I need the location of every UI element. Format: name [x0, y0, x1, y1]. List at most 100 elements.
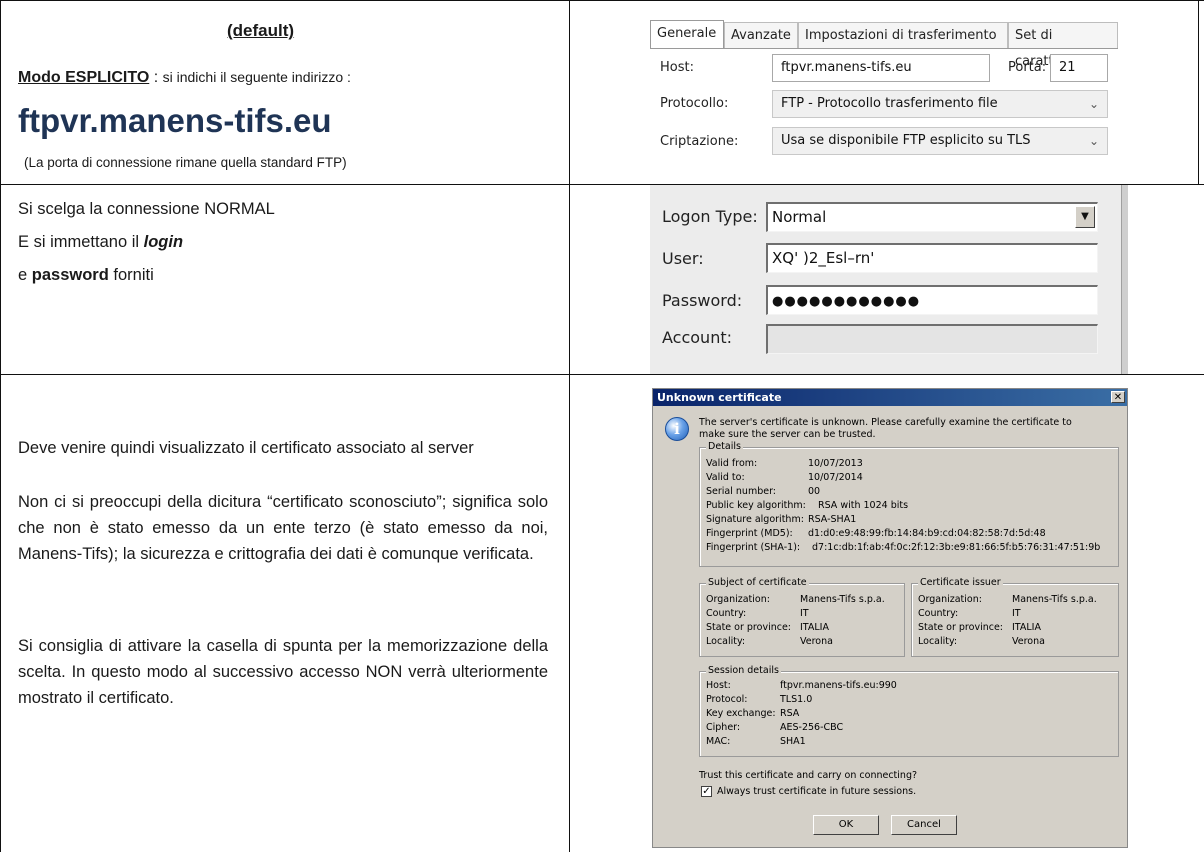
session-value-4: SHA1	[780, 736, 806, 747]
session-key-0: Host:	[706, 680, 731, 691]
details-key-2: Serial number:	[706, 486, 777, 497]
logon-panel: Logon Type: Normal ▼ User: XQ' )2_Esl–rn…	[650, 185, 1128, 374]
details-group: Details Valid from: 10/07/2013 Valid to:…	[699, 441, 1119, 567]
session-group: Session details Host: ftpvr.manens-tifs.…	[699, 665, 1119, 757]
details-value-6: d7:1c:db:1f:ab:4f:0c:2f:12:3b:e9:81:66:5…	[812, 542, 1101, 553]
mode-instruction: si indichi il seguente indirizzo :	[162, 69, 351, 85]
general-settings-panel: Generale Avanzate Impostazioni di trasfe…	[650, 20, 1118, 162]
session-title: Session details	[706, 665, 781, 676]
host-input[interactable]: ftpvr.manens-tifs.eu	[772, 54, 990, 82]
issuer-group: Certificate issuer Organization: Manens-…	[911, 577, 1119, 657]
session-value-2: RSA	[780, 708, 800, 719]
encryption-label: Criptazione:	[660, 134, 739, 149]
ok-button[interactable]: OK	[813, 815, 879, 835]
encryption-select[interactable]: Usa se disponibile FTP esplicito su TLS …	[772, 127, 1108, 155]
host-label: Host:	[660, 60, 694, 75]
subject-group: Subject of certificate Organization: Man…	[699, 577, 905, 657]
certificate-intro-paragraph: Deve venire quindi visualizzato il certi…	[18, 439, 474, 457]
details-value-1: 10/07/2014	[808, 472, 863, 483]
password-text-prefix: e	[18, 266, 32, 284]
user-label: User:	[662, 249, 704, 268]
subject-key-0: Organization:	[706, 594, 770, 605]
logon-type-value: Normal	[772, 208, 827, 226]
chevron-down-icon[interactable]: ▼	[1075, 206, 1095, 228]
issuer-title: Certificate issuer	[918, 577, 1003, 588]
session-value-3: AES-256-CBC	[780, 722, 844, 733]
issuer-value-2: ITALIA	[1012, 622, 1041, 633]
checkmark-icon: ✓	[702, 786, 711, 797]
normal-connection-text: Si scelga la connessione NORMAL	[18, 200, 275, 218]
details-value-0: 10/07/2013	[808, 458, 863, 469]
issuer-key-2: State or province:	[918, 622, 1003, 633]
row3-left-cell: Deve venire quindi visualizzato il certi…	[1, 375, 569, 852]
account-input[interactable]	[766, 324, 1098, 354]
always-trust-checkbox[interactable]: ✓	[701, 786, 712, 797]
tab-generale[interactable]: Generale	[650, 20, 724, 48]
subject-value-3: Verona	[800, 636, 833, 647]
tab-set-di-caratteri[interactable]: Set di caratteri	[1008, 22, 1118, 69]
protocol-select[interactable]: FTP - Protocollo trasferimento file ⌄	[772, 90, 1108, 118]
port-label: Porta:	[1008, 60, 1047, 75]
mode-line: Modo ESPLICITO : si indichi il seguente …	[18, 69, 351, 87]
default-label: (default)	[227, 21, 295, 40]
mode-label: Modo ESPLICITO	[18, 69, 150, 86]
issuer-value-3: Verona	[1012, 636, 1045, 647]
session-key-1: Protocol:	[706, 694, 748, 705]
intro-line-1: The server's certificate is unknown. Ple…	[699, 417, 1072, 428]
account-label: Account:	[662, 328, 732, 347]
subject-value-2: ITALIA	[800, 622, 829, 633]
unknown-certificate-dialog: Unknown certificate ✕ i The server's cer…	[652, 388, 1128, 848]
issuer-value-0: Manens-Tifs s.p.a.	[1012, 594, 1097, 605]
intro-line-2: make sure the server can be trusted.	[699, 429, 876, 440]
tab-avanzate[interactable]: Avanzate	[724, 22, 798, 48]
password-text: e password forniti	[18, 266, 154, 285]
chevron-down-icon: ⌄	[1088, 97, 1099, 111]
details-key-0: Valid from:	[706, 458, 758, 469]
port-input-value: 21	[1059, 60, 1076, 75]
password-text-suffix: forniti	[108, 266, 154, 284]
issuer-value-1: IT	[1012, 608, 1021, 619]
subject-title: Subject of certificate	[706, 577, 809, 588]
password-keyword: password	[31, 266, 109, 284]
always-trust-label[interactable]: Always trust certificate in future sessi…	[717, 786, 916, 797]
details-value-5: d1:d0:e9:48:99:fb:14:84:b9:cd:04:82:58:7…	[808, 528, 1046, 539]
port-note: (La porta di connessione rimane quella s…	[24, 155, 347, 170]
details-key-1: Valid to:	[706, 472, 745, 483]
details-value-4: RSA-SHA1	[808, 514, 857, 525]
details-value-2: 00	[808, 486, 821, 497]
checkbox-advice-paragraph: Si consiglia di attivare la casella di s…	[18, 637, 548, 707]
trust-question: Trust this certificate and carry on conn…	[699, 770, 918, 781]
tab-strip: Generale Avanzate Impostazioni di trasfe…	[650, 20, 1118, 69]
row1-left-cell: (default) Modo ESPLICITO : si indichi il…	[1, 1, 569, 184]
info-icon-glyph: i	[674, 420, 680, 438]
table-border-right	[1198, 0, 1199, 184]
user-input[interactable]: XQ' )2_Esl–rn'	[766, 243, 1098, 273]
mode-colon: :	[149, 69, 163, 86]
session-key-4: MAC:	[706, 736, 731, 747]
instruction-table: (default) Modo ESPLICITO : si indichi il…	[0, 0, 1204, 852]
issuer-key-3: Locality:	[918, 636, 958, 647]
table-divider-vertical	[569, 0, 570, 852]
cancel-button[interactable]: Cancel	[891, 815, 957, 835]
certificate-explanation-paragraph: Non ci si preoccupi della dicitura “cert…	[18, 493, 548, 563]
port-input[interactable]: 21	[1050, 54, 1108, 82]
logon-type-select[interactable]: Normal ▼	[766, 202, 1098, 232]
close-icon[interactable]: ✕	[1111, 391, 1125, 403]
dialog-title-bar: Unknown certificate ✕	[653, 389, 1127, 406]
subject-value-1: IT	[800, 608, 809, 619]
session-key-3: Cipher:	[706, 722, 741, 733]
login-keyword: login	[143, 233, 184, 251]
subject-key-2: State or province:	[706, 622, 791, 633]
session-key-2: Key exchange:	[706, 708, 776, 719]
password-label: Password:	[662, 291, 743, 310]
protocol-select-value: FTP - Protocollo trasferimento file	[781, 96, 998, 111]
details-key-5: Fingerprint (MD5):	[706, 528, 793, 539]
subject-key-1: Country:	[706, 608, 747, 619]
password-input[interactable]: ●●●●●●●●●●●●	[766, 285, 1098, 315]
session-value-0: ftpvr.manens-tifs.eu:990	[780, 680, 897, 691]
host-input-value: ftpvr.manens-tifs.eu	[781, 60, 912, 75]
password-input-value: ●●●●●●●●●●●●	[772, 294, 921, 309]
tab-impostazioni-trasferimento[interactable]: Impostazioni di trasferimento	[798, 22, 1008, 48]
issuer-key-0: Organization:	[918, 594, 982, 605]
session-value-1: TLS1.0	[780, 694, 813, 705]
